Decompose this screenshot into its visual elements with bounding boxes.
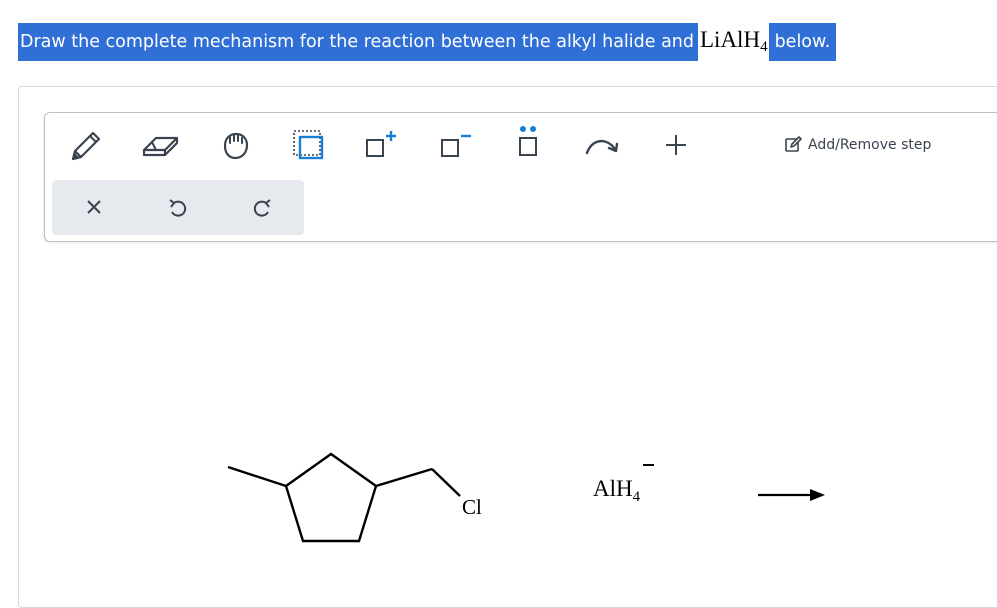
question-prompt: Draw the complete mechanism for the reac… bbox=[18, 23, 698, 61]
question-prompt-end: below. bbox=[768, 23, 837, 61]
aluminum-hydride-main: AlH bbox=[593, 476, 633, 501]
question-reagent: LiAlH4 bbox=[698, 27, 769, 55]
plus-icon[interactable] bbox=[662, 131, 690, 159]
question-text: Draw the complete mechanism for the reac… bbox=[18, 22, 837, 62]
question-reagent-subscript: 4 bbox=[760, 39, 768, 55]
chlorine-label: Cl bbox=[462, 495, 482, 519]
eraser-icon[interactable] bbox=[140, 128, 180, 162]
negative-charge-mark bbox=[643, 464, 654, 466]
positive-charge-icon[interactable] bbox=[364, 128, 400, 162]
clear-icon[interactable] bbox=[80, 196, 108, 220]
aluminum-hydride-subscript: 4 bbox=[632, 489, 641, 505]
redo-icon[interactable] bbox=[248, 195, 276, 221]
question-reagent-main: LiAlH bbox=[700, 27, 761, 52]
lone-pair-box-icon[interactable] bbox=[292, 128, 326, 162]
aluminum-hydride-label: AlH4 bbox=[593, 476, 641, 505]
curved-arrow-icon[interactable] bbox=[582, 132, 624, 160]
undo-icon[interactable] bbox=[164, 195, 192, 221]
electron-pair-icon[interactable] bbox=[512, 124, 544, 162]
add-remove-step-label: Add/Remove step bbox=[808, 137, 932, 153]
pencil-icon[interactable] bbox=[66, 126, 104, 164]
negative-charge-icon[interactable] bbox=[438, 128, 474, 162]
add-remove-step-button[interactable]: Add/Remove step bbox=[784, 134, 931, 156]
edit-icon bbox=[785, 136, 802, 152]
hand-icon[interactable] bbox=[216, 126, 254, 164]
